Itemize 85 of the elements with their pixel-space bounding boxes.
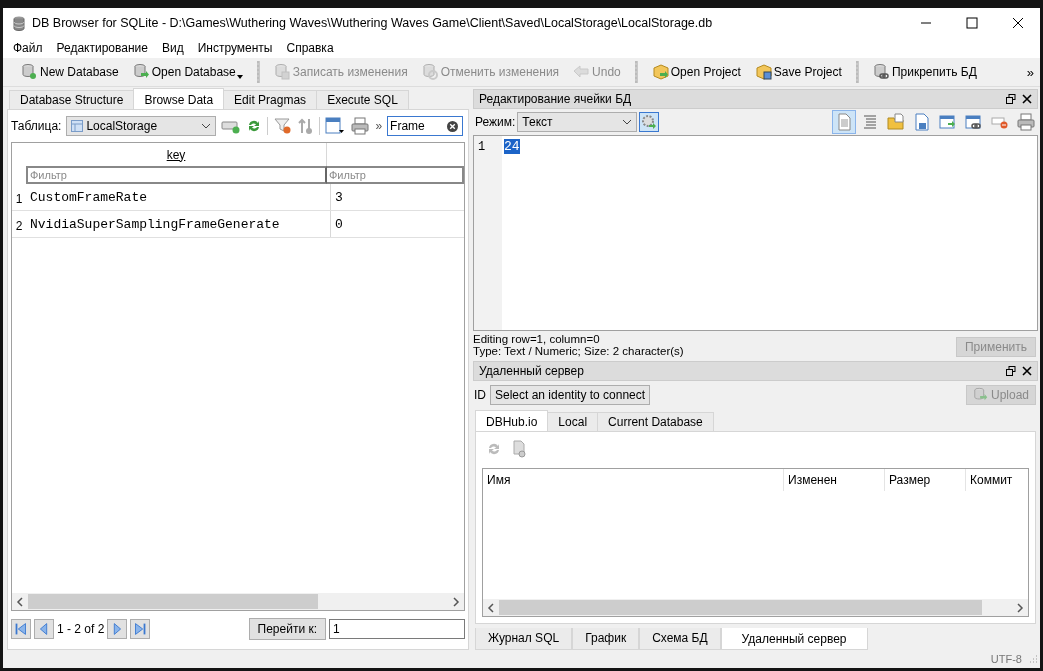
toolbar-button[interactable]: Open Database [126, 61, 249, 83]
database-revert-icon [421, 63, 440, 81]
tab[interactable]: Database Structure [9, 90, 135, 109]
chevron-down-icon [201, 123, 212, 129]
id-label: ID [474, 388, 486, 402]
last-page-icon[interactable] [130, 619, 151, 639]
column-header[interactable]: Имя [483, 469, 784, 491]
menu-item[interactable]: Редактирование [56, 41, 148, 55]
menu-item[interactable]: Вид [161, 41, 184, 55]
tab[interactable]: Execute SQL [316, 90, 409, 109]
filter-input[interactable]: Фильтр [327, 166, 464, 184]
previous-page-icon[interactable] [34, 619, 54, 639]
clear-icon[interactable] [447, 120, 459, 132]
menu-item[interactable]: Справка [286, 41, 334, 55]
table-cell: NvidiaSuperSamplingFrameGenerate [26, 211, 331, 237]
table-cell-text: 3 [334, 188, 344, 207]
window-title: DB Browser for SQLite - D:\Games\Wuthering Waves\Wuthering Waves Game\Client\Saved\LocalStorage\LocalStorage.db [32, 16, 714, 30]
table-cell-text: 0 [334, 215, 344, 234]
table-icon [71, 120, 84, 132]
column-header[interactable]: Размер [885, 469, 966, 491]
printer-icon[interactable] [1014, 110, 1038, 134]
horizontal-scrollbar[interactable] [483, 599, 1028, 616]
database-save-icon [273, 63, 292, 81]
more-button[interactable]: » [375, 119, 383, 133]
close-icon[interactable] [1022, 94, 1032, 104]
resize-grip-icon[interactable] [1028, 654, 1038, 664]
column-header[interactable]: Коммит [966, 469, 1028, 491]
upload-icon [972, 387, 989, 403]
gear-icon[interactable] [639, 112, 660, 132]
panel-title: Редактирование ячейки БД [479, 92, 633, 106]
document-icon[interactable] [832, 110, 856, 134]
identity-select[interactable]: Select an identity to connect [490, 385, 650, 405]
sort-icon[interactable] [298, 117, 315, 135]
tab[interactable]: График [572, 628, 640, 650]
toolbar-button[interactable]: Open Project [645, 61, 747, 83]
row-number: 1 [14, 191, 24, 208]
goto-button[interactable]: Перейти к: [248, 618, 326, 640]
line-number: 1 [474, 136, 502, 330]
table-cell: CustomFrameRate [26, 184, 331, 210]
toolbar-button[interactable]: Прикрепить БД [866, 61, 983, 83]
mode-select[interactable]: Текст [517, 112, 638, 132]
float-icon[interactable] [1006, 366, 1016, 376]
printer-icon[interactable] [350, 117, 371, 135]
database-add-icon [21, 63, 39, 81]
goto-field[interactable]: 1 [329, 619, 465, 639]
maximize-icon[interactable] [966, 17, 978, 29]
cell-value: 24 [504, 139, 520, 154]
horizontal-scrollbar[interactable] [12, 593, 464, 610]
table-label: Таблица: [11, 119, 62, 133]
info-text: Editing row=1, column=0 [473, 333, 601, 345]
first-page-icon[interactable] [11, 619, 31, 639]
mode-label: Режим: [475, 115, 516, 129]
tab[interactable]: Журнал SQL [475, 628, 573, 650]
table-select[interactable]: LocalStorage [66, 116, 217, 136]
tab[interactable]: Current Database [597, 412, 714, 431]
box-open-icon [651, 63, 670, 81]
encoding-label: UTF-8 [990, 653, 1022, 665]
menu-item[interactable]: Инструменты [197, 41, 273, 55]
overflow-button[interactable]: » [1026, 64, 1040, 80]
database-icon [12, 15, 26, 31]
table-save-icon[interactable] [325, 117, 346, 135]
tab[interactable]: Схема БД [639, 628, 721, 650]
tab[interactable]: Удаленный сервер [720, 628, 868, 650]
caret-icon [236, 75, 243, 79]
database-link-icon [872, 63, 891, 81]
float-icon[interactable] [1006, 94, 1016, 104]
menu-item[interactable]: Файл [13, 41, 43, 55]
panel-title: Удаленный сервер [479, 364, 585, 378]
toolbar-button[interactable]: Save Project [748, 61, 848, 83]
tab[interactable]: DBHub.io [475, 410, 549, 431]
chevron-down-icon [622, 119, 633, 125]
row-number: 2 [14, 218, 24, 235]
box-save-icon [754, 63, 773, 81]
filter-field[interactable]: Frame [387, 116, 464, 136]
filter-input[interactable]: Фильтр [26, 166, 327, 184]
column-header[interactable]: Изменен [784, 469, 885, 491]
toolbar-button[interactable]: New Database [15, 61, 125, 83]
record-range: 1 - 2 of 2 [57, 622, 105, 636]
tab[interactable]: Browse Data [133, 88, 225, 109]
close-icon[interactable] [1012, 17, 1024, 29]
info-text: Type: Text / Numeric; Size: 2 character(s) [473, 345, 684, 357]
tab[interactable]: Local [547, 412, 599, 431]
tab[interactable]: Edit Pragmas [223, 90, 318, 109]
next-page-icon[interactable] [107, 619, 128, 639]
close-icon[interactable] [1022, 366, 1032, 376]
